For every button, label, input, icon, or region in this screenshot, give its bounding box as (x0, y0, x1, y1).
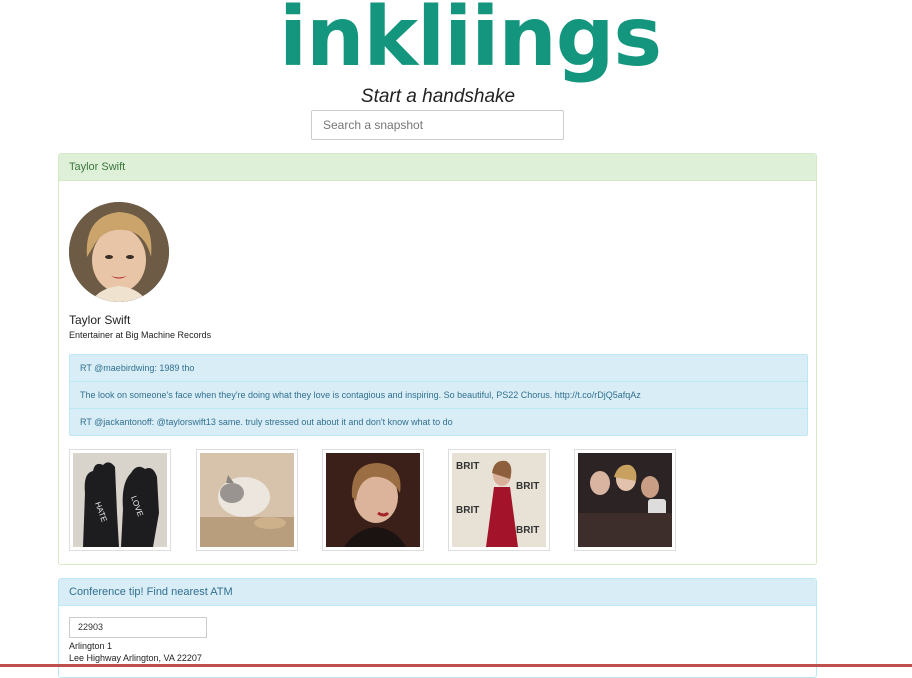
atm-panel-heading: Conference tip! Find nearest ATM (59, 579, 816, 606)
atm-address: Lee Highway Arlington, VA 22207 (69, 653, 202, 663)
tweet-item[interactable]: RT @jackantonoff: @taylorswift13 same. t… (70, 408, 807, 435)
photo-thumbnail-portrait[interactable] (322, 449, 424, 551)
atm-panel: Conference tip! Find nearest ATM 22903 A… (58, 578, 817, 678)
profile-panel: Taylor Swift Taylor Swift Entertainer at… (58, 153, 817, 565)
svg-text:BRIT: BRIT (456, 461, 479, 472)
profile-panel-heading: Taylor Swift (59, 154, 816, 181)
svg-text:BRIT: BRIT (516, 481, 539, 492)
svg-text:BRIT: BRIT (456, 505, 479, 516)
atm-name: Arlington 1 (69, 641, 113, 651)
photo-thumbnail-brit-awards[interactable]: BRIT BRIT BRIT BRIT (448, 449, 550, 551)
avatar (69, 202, 169, 302)
photo-thumbnail-crowd-selfie[interactable] (574, 449, 676, 551)
svg-text:BRIT: BRIT (516, 525, 539, 536)
photo-thumbnail-cat[interactable] (196, 449, 298, 551)
tweet-item[interactable]: RT @maebirdwing: 1989 tho (70, 355, 807, 381)
photo-thumbnail-gloves[interactable]: HATE LOVE (69, 449, 171, 551)
tagline: Start a handshake (360, 86, 516, 107)
snapshot-search-input[interactable] (311, 110, 564, 140)
zip-code-field[interactable]: 22903 (69, 617, 207, 638)
person-title: Entertainer at Big Machine Records (69, 330, 212, 340)
tweet-item[interactable]: The look on someone's face when they're … (70, 381, 807, 408)
inklings-logo: inkliings (279, 0, 662, 85)
person-name: Taylor Swift (69, 313, 131, 327)
tweet-list: RT @maebirdwing: 1989 tho The look on so… (69, 354, 808, 436)
